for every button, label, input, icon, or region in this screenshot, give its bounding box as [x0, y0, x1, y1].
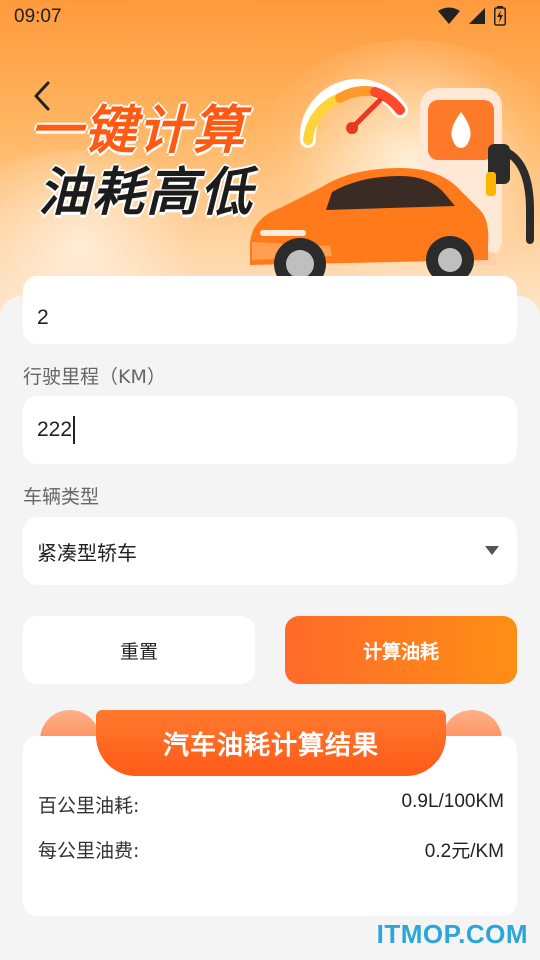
fuel-amount-input[interactable]: 2 [23, 276, 517, 344]
car-icon [249, 168, 489, 290]
cost-per-km-label: 每公里油费: [38, 840, 140, 862]
signal-icon [469, 8, 485, 24]
result-row-cost: 每公里油费: 0.2元/KM [38, 836, 504, 863]
per100-value: 0.9L/100KM [401, 791, 504, 812]
calculate-button[interactable]: 计算油耗 [285, 616, 517, 684]
fuel-amount-value: 2 [37, 306, 49, 329]
text-cursor [73, 416, 76, 444]
mileage-label: 行驶里程（KM） [23, 366, 166, 388]
reset-button[interactable]: 重置 [23, 616, 255, 684]
mileage-input[interactable]: 222 [23, 396, 517, 464]
vehicle-type-label: 车辆类型 [23, 486, 100, 508]
wifi-icon [438, 7, 460, 24]
status-icons [438, 6, 506, 26]
gauge-icon [299, 79, 408, 148]
watermark: ITMOP.COM [376, 919, 528, 949]
status-time: 09:07 [14, 6, 62, 27]
vehicle-type-value: 紧凑型轿车 [37, 540, 137, 565]
per100-label: 百公里油耗: [38, 795, 140, 817]
car-and-pump-illustration [249, 79, 534, 290]
calculator-form: 2 行驶里程（KM） 222 车辆类型 紧凑型轿车 重置 计算油耗 汽车油耗计算… [0, 276, 540, 960]
cost-per-km-value: 0.2元/KM [424, 841, 504, 862]
vehicle-type-select[interactable]: 紧凑型轿车 [23, 517, 517, 585]
status-bar: 09:07 [0, 0, 540, 34]
mileage-value: 222 [37, 418, 73, 441]
dropdown-caret-icon [485, 546, 499, 555]
result-title: 汽车油耗计算结果 [96, 710, 446, 776]
hero-banner: 09:07 一键计算 油耗高低 [0, 0, 540, 320]
result-row-per100: 百公里油耗: 0.9L/100KM [38, 791, 504, 818]
battery-icon [494, 6, 506, 26]
